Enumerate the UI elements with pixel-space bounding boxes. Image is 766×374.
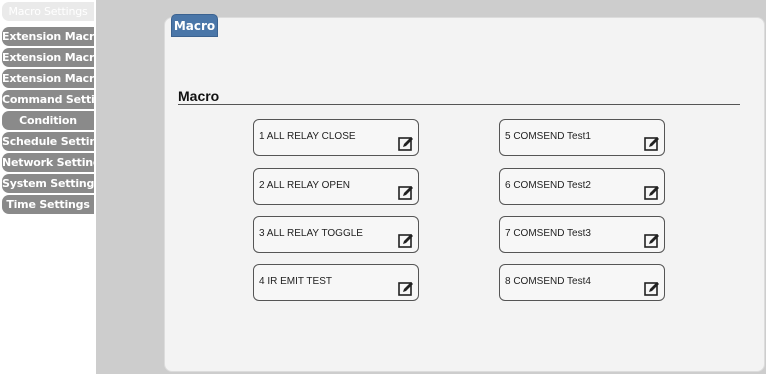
sidebar-item-schedule-settings[interactable]: Schedule Settings (2, 132, 94, 151)
edit-icon[interactable] (644, 233, 660, 249)
macro-button-4[interactable]: 4 IR EMIT TEST (253, 264, 419, 301)
macro-label: 4 IR EMIT TEST (259, 276, 332, 287)
sidebar: Macro Settings Extension Macro 1 Extensi… (0, 0, 96, 374)
macro-label: 2 ALL RELAY OPEN (259, 180, 350, 191)
macro-label: 5 COMSEND Test1 (505, 131, 591, 142)
sidebar-item-network-settings[interactable]: Network Settings (2, 153, 94, 172)
tab-macro[interactable]: Macro (171, 14, 218, 37)
macro-button-5[interactable]: 5 COMSEND Test1 (499, 119, 665, 156)
edit-icon[interactable] (644, 136, 660, 152)
section-divider (178, 104, 740, 105)
macro-label: 1 ALL RELAY CLOSE (259, 131, 356, 142)
macro-label: 3 ALL RELAY TOGGLE (259, 228, 363, 239)
sidebar-item-extension-macro-3[interactable]: Extension Macro 3 (2, 69, 94, 88)
macro-button-6[interactable]: 6 COMSEND Test2 (499, 168, 665, 205)
macro-button-7[interactable]: 7 COMSEND Test3 (499, 216, 665, 253)
edit-icon[interactable] (398, 233, 414, 249)
section-title: Macro (178, 88, 220, 104)
sidebar-item-extension-macro-1[interactable]: Extension Macro 1 (2, 27, 94, 46)
sidebar-item-extension-macro-2[interactable]: Extension Macro 2 (2, 48, 94, 67)
edit-icon[interactable] (398, 136, 414, 152)
macro-label: 6 COMSEND Test2 (505, 180, 591, 191)
sidebar-item-system-settings[interactable]: System Settings (2, 174, 94, 193)
macro-button-3[interactable]: 3 ALL RELAY TOGGLE (253, 216, 419, 253)
edit-icon[interactable] (644, 185, 660, 201)
macro-label: 7 COMSEND Test3 (505, 228, 591, 239)
sidebar-item-condition[interactable]: Condition (2, 111, 94, 130)
macro-label: 8 COMSEND Test4 (505, 276, 591, 287)
sidebar-item-macro-settings[interactable]: Macro Settings (2, 2, 94, 21)
macro-button-1[interactable]: 1 ALL RELAY CLOSE (253, 119, 419, 156)
edit-icon[interactable] (644, 281, 660, 297)
sidebar-item-command-settings[interactable]: Command Settings (2, 90, 94, 109)
sidebar-item-time-settings[interactable]: Time Settings (2, 195, 94, 214)
macro-button-8[interactable]: 8 COMSEND Test4 (499, 264, 665, 301)
macro-button-2[interactable]: 2 ALL RELAY OPEN (253, 168, 419, 205)
edit-icon[interactable] (398, 185, 414, 201)
edit-icon[interactable] (398, 281, 414, 297)
